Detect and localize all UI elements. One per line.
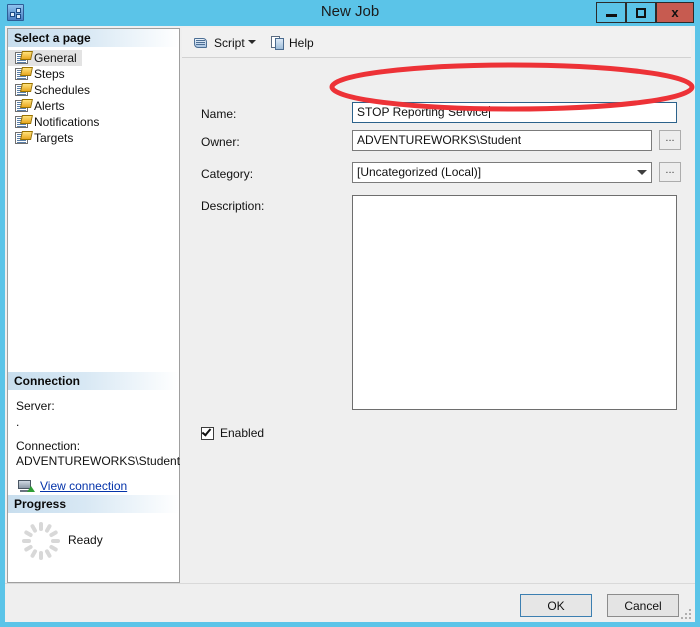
progress-status: Ready <box>68 533 103 547</box>
sidebar-item-label: Alerts <box>34 99 65 113</box>
new-job-dialog-window: New Job x Select a page General Steps <box>0 0 700 627</box>
script-icon <box>194 36 209 50</box>
page-list: General Steps Schedules Alerts Notificat… <box>8 48 179 146</box>
script-button[interactable]: Script <box>191 33 248 53</box>
progress-header: Progress <box>8 495 179 514</box>
sidebar-item-label: Schedules <box>34 83 90 97</box>
sidebar-item-steps[interactable]: Steps <box>8 66 179 82</box>
sidebar-item-label: General <box>34 51 77 65</box>
connection-section: Connection Server: . Connection: ADVENTU… <box>8 372 179 509</box>
spinner-segment <box>22 539 31 543</box>
spinner-segment <box>24 530 34 538</box>
page-icon <box>15 116 28 128</box>
server-value: . <box>16 415 171 430</box>
dialog-body: Select a page General Steps Schedules Al… <box>5 26 695 622</box>
left-navigation-pane: Select a page General Steps Schedules Al… <box>7 28 180 583</box>
window-title: New Job <box>0 3 700 20</box>
spinner-segment <box>30 524 38 534</box>
grip-dot <box>689 617 691 619</box>
select-a-page-header: Select a page <box>8 29 179 48</box>
sidebar-item-label: Targets <box>34 131 73 145</box>
script-button-label: Script <box>214 36 245 50</box>
spinner-segment <box>39 522 43 531</box>
progress-section: Progress Ready <box>8 495 179 584</box>
name-input[interactable]: STOP Reporting Service <box>352 102 677 123</box>
resize-grip-icon[interactable] <box>681 609 691 619</box>
page-icon <box>15 52 28 64</box>
server-connection-icon <box>18 480 33 493</box>
sidebar-item-schedules[interactable]: Schedules <box>8 82 179 98</box>
category-combobox[interactable]: [Uncategorized (Local)] <box>352 162 652 183</box>
connection-label: Connection: <box>16 439 171 454</box>
sidebar-item-notifications[interactable]: Notifications <box>8 114 179 130</box>
sidebar-item-label: Notifications <box>34 115 99 129</box>
help-button[interactable]: Help <box>268 33 317 53</box>
view-connection-properties-link[interactable]: View connection properties <box>16 479 171 495</box>
page-icon <box>15 68 28 80</box>
chevron-down-icon[interactable] <box>248 40 256 44</box>
text-caret <box>489 106 490 118</box>
spinner-segment <box>51 539 60 543</box>
page-icon <box>15 84 28 96</box>
owner-label: Owner: <box>201 135 240 149</box>
close-button[interactable]: x <box>656 2 694 23</box>
sidebar-item-label: Steps <box>34 67 65 81</box>
owner-browse-button[interactable]: ... <box>659 130 681 150</box>
cancel-button[interactable]: Cancel <box>607 594 679 617</box>
general-form: Name: STOP Reporting Service Owner: ADVE… <box>182 59 691 583</box>
spinner-segment <box>39 551 43 560</box>
description-label: Description: <box>201 199 264 213</box>
sidebar-item-general[interactable]: General <box>8 50 82 66</box>
sidebar-item-targets[interactable]: Targets <box>8 130 179 146</box>
sidebar-item-alerts[interactable]: Alerts <box>8 98 179 114</box>
spinner-segment <box>44 549 52 559</box>
connection-header: Connection <box>8 372 179 391</box>
maximize-button[interactable] <box>626 2 656 23</box>
page-icon <box>15 132 28 144</box>
grip-dot <box>689 609 691 611</box>
dialog-footer: OK Cancel <box>5 583 695 622</box>
checkmark-icon <box>202 426 212 436</box>
chevron-down-icon[interactable] <box>637 170 647 175</box>
category-browse-button[interactable]: ... <box>659 162 681 182</box>
help-button-label: Help <box>289 36 314 50</box>
category-label: Category: <box>201 167 253 181</box>
spinner-segment <box>49 530 59 538</box>
connection-value: ADVENTUREWORKS\Student <box>16 454 171 469</box>
grip-dot <box>689 613 691 615</box>
spinner-segment <box>30 549 38 559</box>
toolbar: Script Help <box>182 28 691 58</box>
connection-body: Server: . Connection: ADVENTUREWORKS\Stu… <box>8 391 179 509</box>
spinner-icon <box>22 522 60 560</box>
close-icon: x <box>671 7 678 19</box>
name-input-value: STOP Reporting Service <box>357 105 488 119</box>
name-label: Name: <box>201 107 236 121</box>
description-textarea[interactable] <box>352 195 677 410</box>
owner-input[interactable]: ADVENTUREWORKS\Student <box>352 130 652 151</box>
enabled-checkbox[interactable] <box>201 427 214 440</box>
grip-dot <box>685 613 687 615</box>
minimize-icon <box>606 14 617 17</box>
minimize-button[interactable] <box>596 2 626 23</box>
enabled-label: Enabled <box>220 426 264 440</box>
grip-dot <box>685 617 687 619</box>
title-bar: New Job x <box>0 0 700 26</box>
spinner-segment <box>49 544 59 552</box>
grip-dot <box>681 617 683 619</box>
help-pages-icon <box>271 36 285 50</box>
right-content-pane: Script Help Name: STOP Reporting Service… <box>182 28 691 583</box>
ok-button[interactable]: OK <box>520 594 592 617</box>
page-icon <box>15 100 28 112</box>
maximize-icon <box>636 8 646 18</box>
server-label: Server: <box>16 399 171 414</box>
